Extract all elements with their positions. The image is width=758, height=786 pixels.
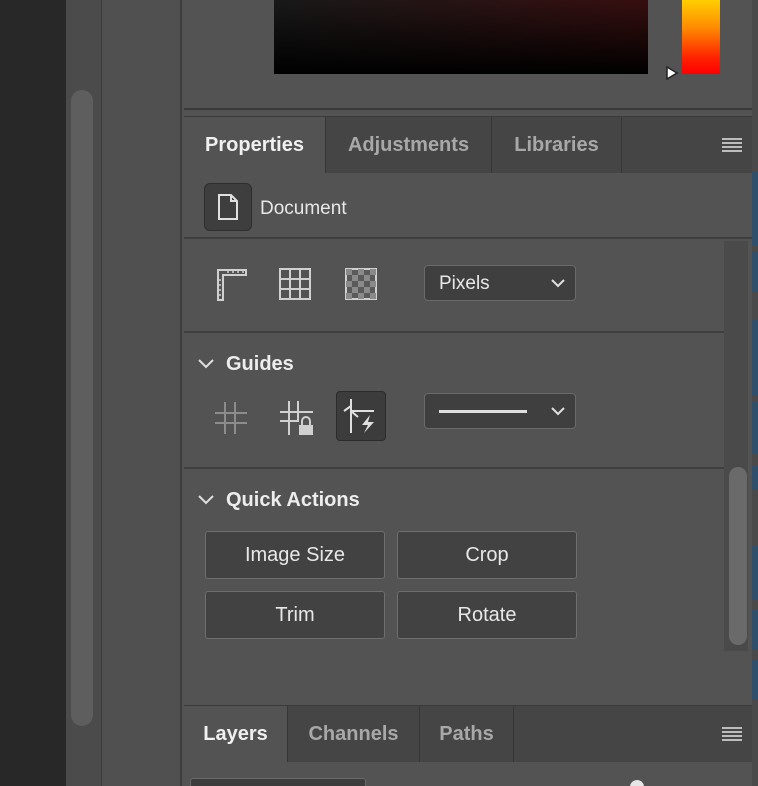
transparency-icon[interactable] [336,259,386,309]
image-size-button[interactable]: Image Size [205,531,385,579]
panel-menu-icon[interactable] [722,727,742,741]
right-edge-strip [752,0,758,786]
ruler-icon[interactable] [206,259,256,309]
units-select[interactable]: Pixels [424,265,576,301]
guides-icon[interactable] [206,393,256,443]
hue-pointer-icon[interactable] [665,65,679,81]
rotate-button[interactable]: Rotate [397,591,577,639]
toolbar-column [66,0,102,786]
color-panel [184,0,752,110]
guides-section: Guides [184,333,724,469]
rulers-section: Pixels [184,241,724,333]
document-icon [204,183,252,231]
quick-actions-header[interactable]: Quick Actions [198,487,360,513]
crop-button[interactable]: Crop [397,531,577,579]
properties-scrollbar[interactable] [724,241,748,651]
opacity-slider-knob[interactable] [630,780,644,786]
quick-actions-title: Quick Actions [226,488,360,511]
layers-tabbar: Layers Channels Paths [184,706,752,762]
properties-tabbar: Properties Adjustments Libraries [184,117,752,173]
properties-panel: Properties Adjustments Libraries Documen… [184,116,752,701]
chevron-down-icon [198,495,214,505]
tab-libraries[interactable]: Libraries [492,117,622,173]
tab-paths[interactable]: Paths [420,706,514,762]
hue-slider[interactable] [682,0,720,74]
document-label: Document [260,198,347,219]
chevron-down-icon [551,407,565,416]
left-dock [0,0,66,786]
color-field[interactable] [274,0,648,74]
document-row: Document [184,173,752,239]
trim-button[interactable]: Trim [205,591,385,639]
properties-scroll-area: Pixels Guides Quick Actions Image Size C… [184,241,752,653]
tab-channels[interactable]: Channels [288,706,420,762]
smart-guides-icon[interactable] [336,391,386,441]
tab-properties[interactable]: Properties [184,117,326,173]
guides-header[interactable]: Guides [198,351,294,377]
lock-guides-icon[interactable] [272,393,322,443]
guides-title: Guides [226,352,294,375]
properties-scroll-thumb[interactable] [729,467,747,645]
tab-adjustments[interactable]: Adjustments [326,117,492,173]
toolbar-scrollbar[interactable] [71,90,93,726]
units-select-value: Pixels [439,273,490,294]
layers-panel: Layers Channels Paths [184,705,752,786]
panel-menu-icon[interactable] [722,138,742,152]
grid-icon[interactable] [270,259,320,309]
guide-style-select[interactable] [424,393,576,429]
chevron-down-icon [198,359,214,369]
chevron-down-icon [551,279,565,288]
solid-line-icon [439,410,527,413]
layer-filter-select[interactable] [190,778,366,786]
tab-layers[interactable]: Layers [184,706,288,762]
collapsed-panel-column [102,0,182,786]
quick-actions-section: Quick Actions Image Size Crop Trim Rotat… [184,469,724,651]
